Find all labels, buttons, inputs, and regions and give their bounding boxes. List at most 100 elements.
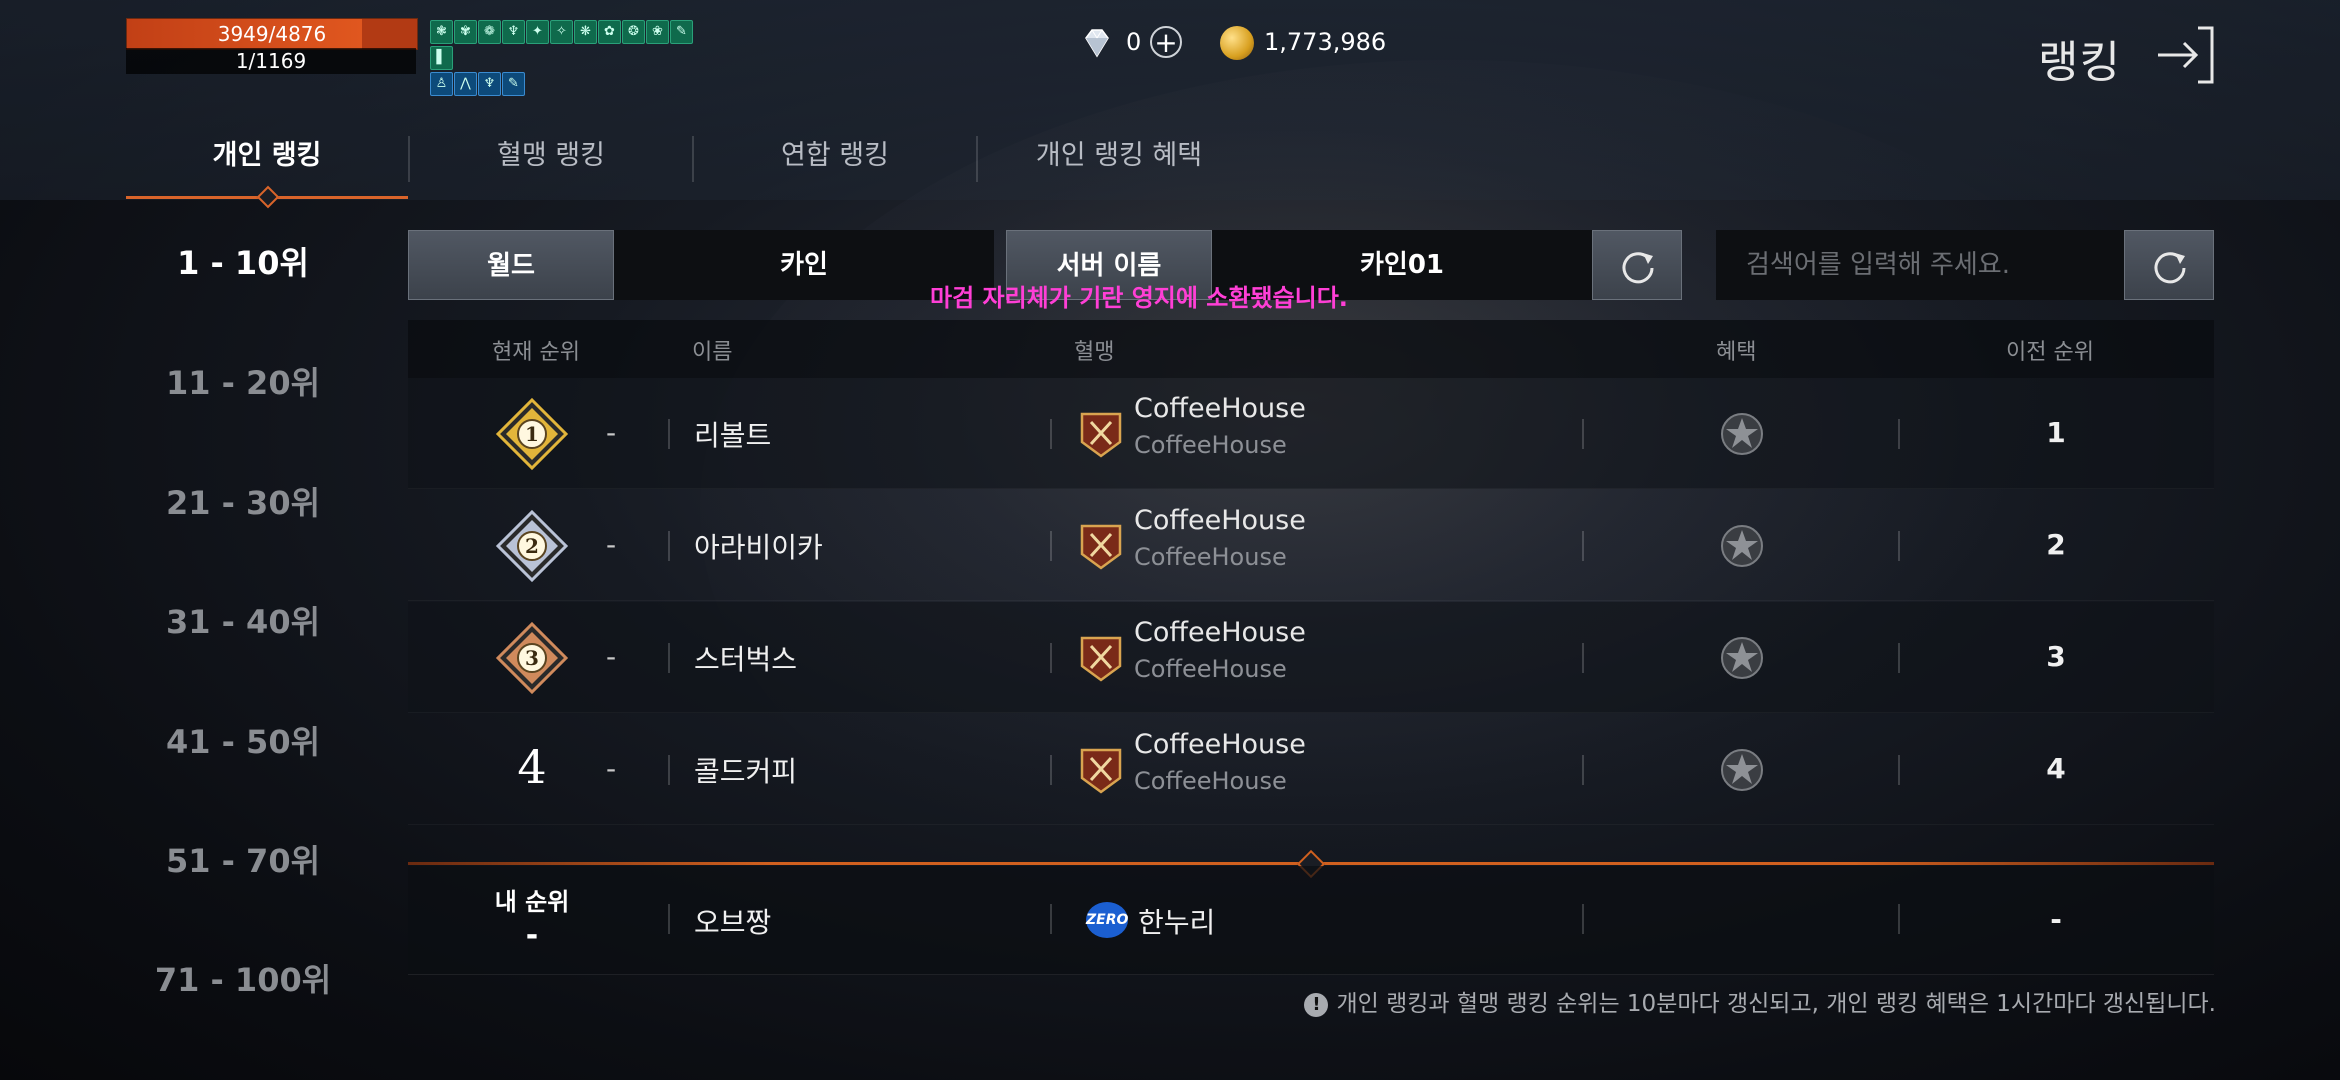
column-separator xyxy=(1050,643,1052,673)
rank-medal-number: 1 xyxy=(525,422,539,446)
tab-personal-ranking-rewards[interactable]: 개인 랭킹 혜택 xyxy=(978,128,1260,184)
buff-icon[interactable]: ✿ xyxy=(598,20,621,44)
clan-crest-icon xyxy=(1078,746,1124,794)
rank-change: - xyxy=(606,640,617,673)
search-button[interactable] xyxy=(2124,230,2214,300)
column-separator xyxy=(1582,531,1584,561)
column-separator xyxy=(1898,643,1900,673)
buff-icon[interactable]: ✎ xyxy=(670,20,693,44)
clan-name: CoffeeHouse xyxy=(1134,393,1306,424)
refresh-icon xyxy=(1622,252,1654,284)
reward-star-icon[interactable] xyxy=(1716,632,1768,684)
buff-row-2: ♙ ⋀ ♆ ✎ xyxy=(430,72,710,98)
buff-icon[interactable]: ✦ xyxy=(526,20,549,44)
buff-icon[interactable]: ✾ xyxy=(454,20,477,44)
column-separator xyxy=(1050,531,1052,561)
buff-icon[interactable]: ❁ xyxy=(478,20,501,44)
table-row[interactable] xyxy=(408,378,2214,489)
range-71-100[interactable]: 71 - 100위 xyxy=(126,955,360,1001)
column-separator xyxy=(1582,755,1584,785)
buff-icon[interactable]: ⋀ xyxy=(454,72,477,96)
buff-icon[interactable]: ♆ xyxy=(478,72,501,96)
gold-count: 1,773,986 xyxy=(1264,28,1387,56)
column-separator xyxy=(668,755,670,785)
column-separator xyxy=(1898,755,1900,785)
clan-sub-name: CoffeeHouse xyxy=(1134,543,1287,571)
clan-sub-name: CoffeeHouse xyxy=(1134,655,1287,683)
my-name: 오브짱 xyxy=(694,906,772,939)
previous-rank: 1 xyxy=(2046,416,2066,449)
range-41-50[interactable]: 41 - 50위 xyxy=(126,717,360,763)
my-rank-row[interactable] xyxy=(408,866,2214,975)
rank-change: - xyxy=(606,752,617,785)
clan-sub-name: CoffeeHouse xyxy=(1134,431,1287,459)
clan-sub-name: CoffeeHouse xyxy=(1134,767,1287,795)
column-separator xyxy=(1582,904,1584,934)
world-filter-label: 월드 xyxy=(408,230,614,300)
reward-star-icon[interactable] xyxy=(1716,408,1768,460)
column-separator xyxy=(1582,643,1584,673)
table-row[interactable] xyxy=(408,714,2214,825)
table-header xyxy=(408,320,2214,378)
rank-medal-icon: 3 xyxy=(494,620,570,696)
previous-rank: 3 xyxy=(2046,640,2066,673)
range-1-10[interactable]: 1 - 10위 xyxy=(126,238,360,284)
diamond-count: 0 xyxy=(1126,28,1142,56)
buff-icon[interactable]: ❋ xyxy=(574,20,597,44)
buff-icon[interactable]: ✧ xyxy=(550,20,573,44)
range-51-70[interactable]: 51 - 70위 xyxy=(126,836,360,882)
previous-rank: 4 xyxy=(2046,752,2066,785)
sub-stat-text: 1/1169 xyxy=(235,49,307,73)
column-separator xyxy=(668,643,670,673)
column-separator xyxy=(668,531,670,561)
plus-icon[interactable]: + xyxy=(1150,26,1182,58)
column-separator xyxy=(1898,419,1900,449)
column-separator xyxy=(668,419,670,449)
reward-star-icon[interactable] xyxy=(1716,744,1768,796)
rank-change: - xyxy=(606,528,617,561)
tab-personal-ranking[interactable]: 개인 랭킹 xyxy=(126,128,408,184)
rank-medal-icon: 1 xyxy=(494,396,570,472)
buff-icon[interactable]: ❂ xyxy=(622,20,645,44)
header-previous-rank: 이전 순위 xyxy=(2006,340,2094,365)
column-separator xyxy=(1582,419,1584,449)
buff-icon[interactable]: ▌ xyxy=(430,46,453,70)
header-clan: 혈맹 xyxy=(1074,340,1115,365)
tab-clan-ranking[interactable]: 혈맹 랭킹 xyxy=(410,128,692,184)
header-current-rank: 현재 순위 xyxy=(492,340,580,365)
sub-stat-bar: 1/1169 xyxy=(126,48,416,74)
zero-badge-icon: ZERO xyxy=(1086,902,1128,938)
hp-text: 3949/4876 xyxy=(217,22,327,46)
table-row[interactable] xyxy=(408,490,2214,601)
search-input[interactable] xyxy=(1716,230,2124,300)
player-name: 스터벅스 xyxy=(694,643,798,676)
reward-star-icon[interactable] xyxy=(1716,520,1768,572)
range-21-30[interactable]: 21 - 30위 xyxy=(126,478,360,524)
column-separator xyxy=(1898,904,1900,934)
buff-icons[interactable]: ❃ ✾ ❁ ♆ ✦ ✧ ❋ ✿ ❂ ❀ ✎▌ ♙ ⋀ ♆ ✎ xyxy=(430,20,710,98)
buff-icon[interactable]: ❃ xyxy=(430,20,453,44)
footer-note-text: 개인 랭킹과 혈맹 랭킹 순위는 10분마다 갱신되고, 개인 랭킹 혜택은 1… xyxy=(1336,991,2216,1017)
clan-name: CoffeeHouse xyxy=(1134,729,1306,760)
buff-icon[interactable]: ♙ xyxy=(430,72,453,96)
my-rank-value: - xyxy=(525,918,539,953)
header-reward: 혜택 xyxy=(1716,340,1757,365)
player-name: 리볼트 xyxy=(694,419,772,452)
column-separator xyxy=(1050,419,1052,449)
range-11-20[interactable]: 11 - 20위 xyxy=(126,358,360,404)
exit-icon[interactable] xyxy=(2150,22,2220,88)
range-31-40[interactable]: 31 - 40위 xyxy=(126,597,360,643)
buff-icon[interactable]: ✎ xyxy=(502,72,525,96)
server-refresh-button[interactable] xyxy=(1592,230,1682,300)
tab-alliance-ranking[interactable]: 연합 랭킹 xyxy=(694,128,976,184)
my-rank-label: 내 순위 xyxy=(494,888,570,916)
clan-crest-icon xyxy=(1078,522,1124,570)
buff-icon[interactable]: ♆ xyxy=(502,20,525,44)
rank-medal-icon: 2 xyxy=(494,508,570,584)
rank-change: - xyxy=(606,416,617,449)
player-name: 콜드커피 xyxy=(694,755,798,788)
buff-icon[interactable]: ❀ xyxy=(646,20,669,44)
column-separator xyxy=(1898,531,1900,561)
table-row[interactable] xyxy=(408,602,2214,713)
column-separator xyxy=(1050,755,1052,785)
